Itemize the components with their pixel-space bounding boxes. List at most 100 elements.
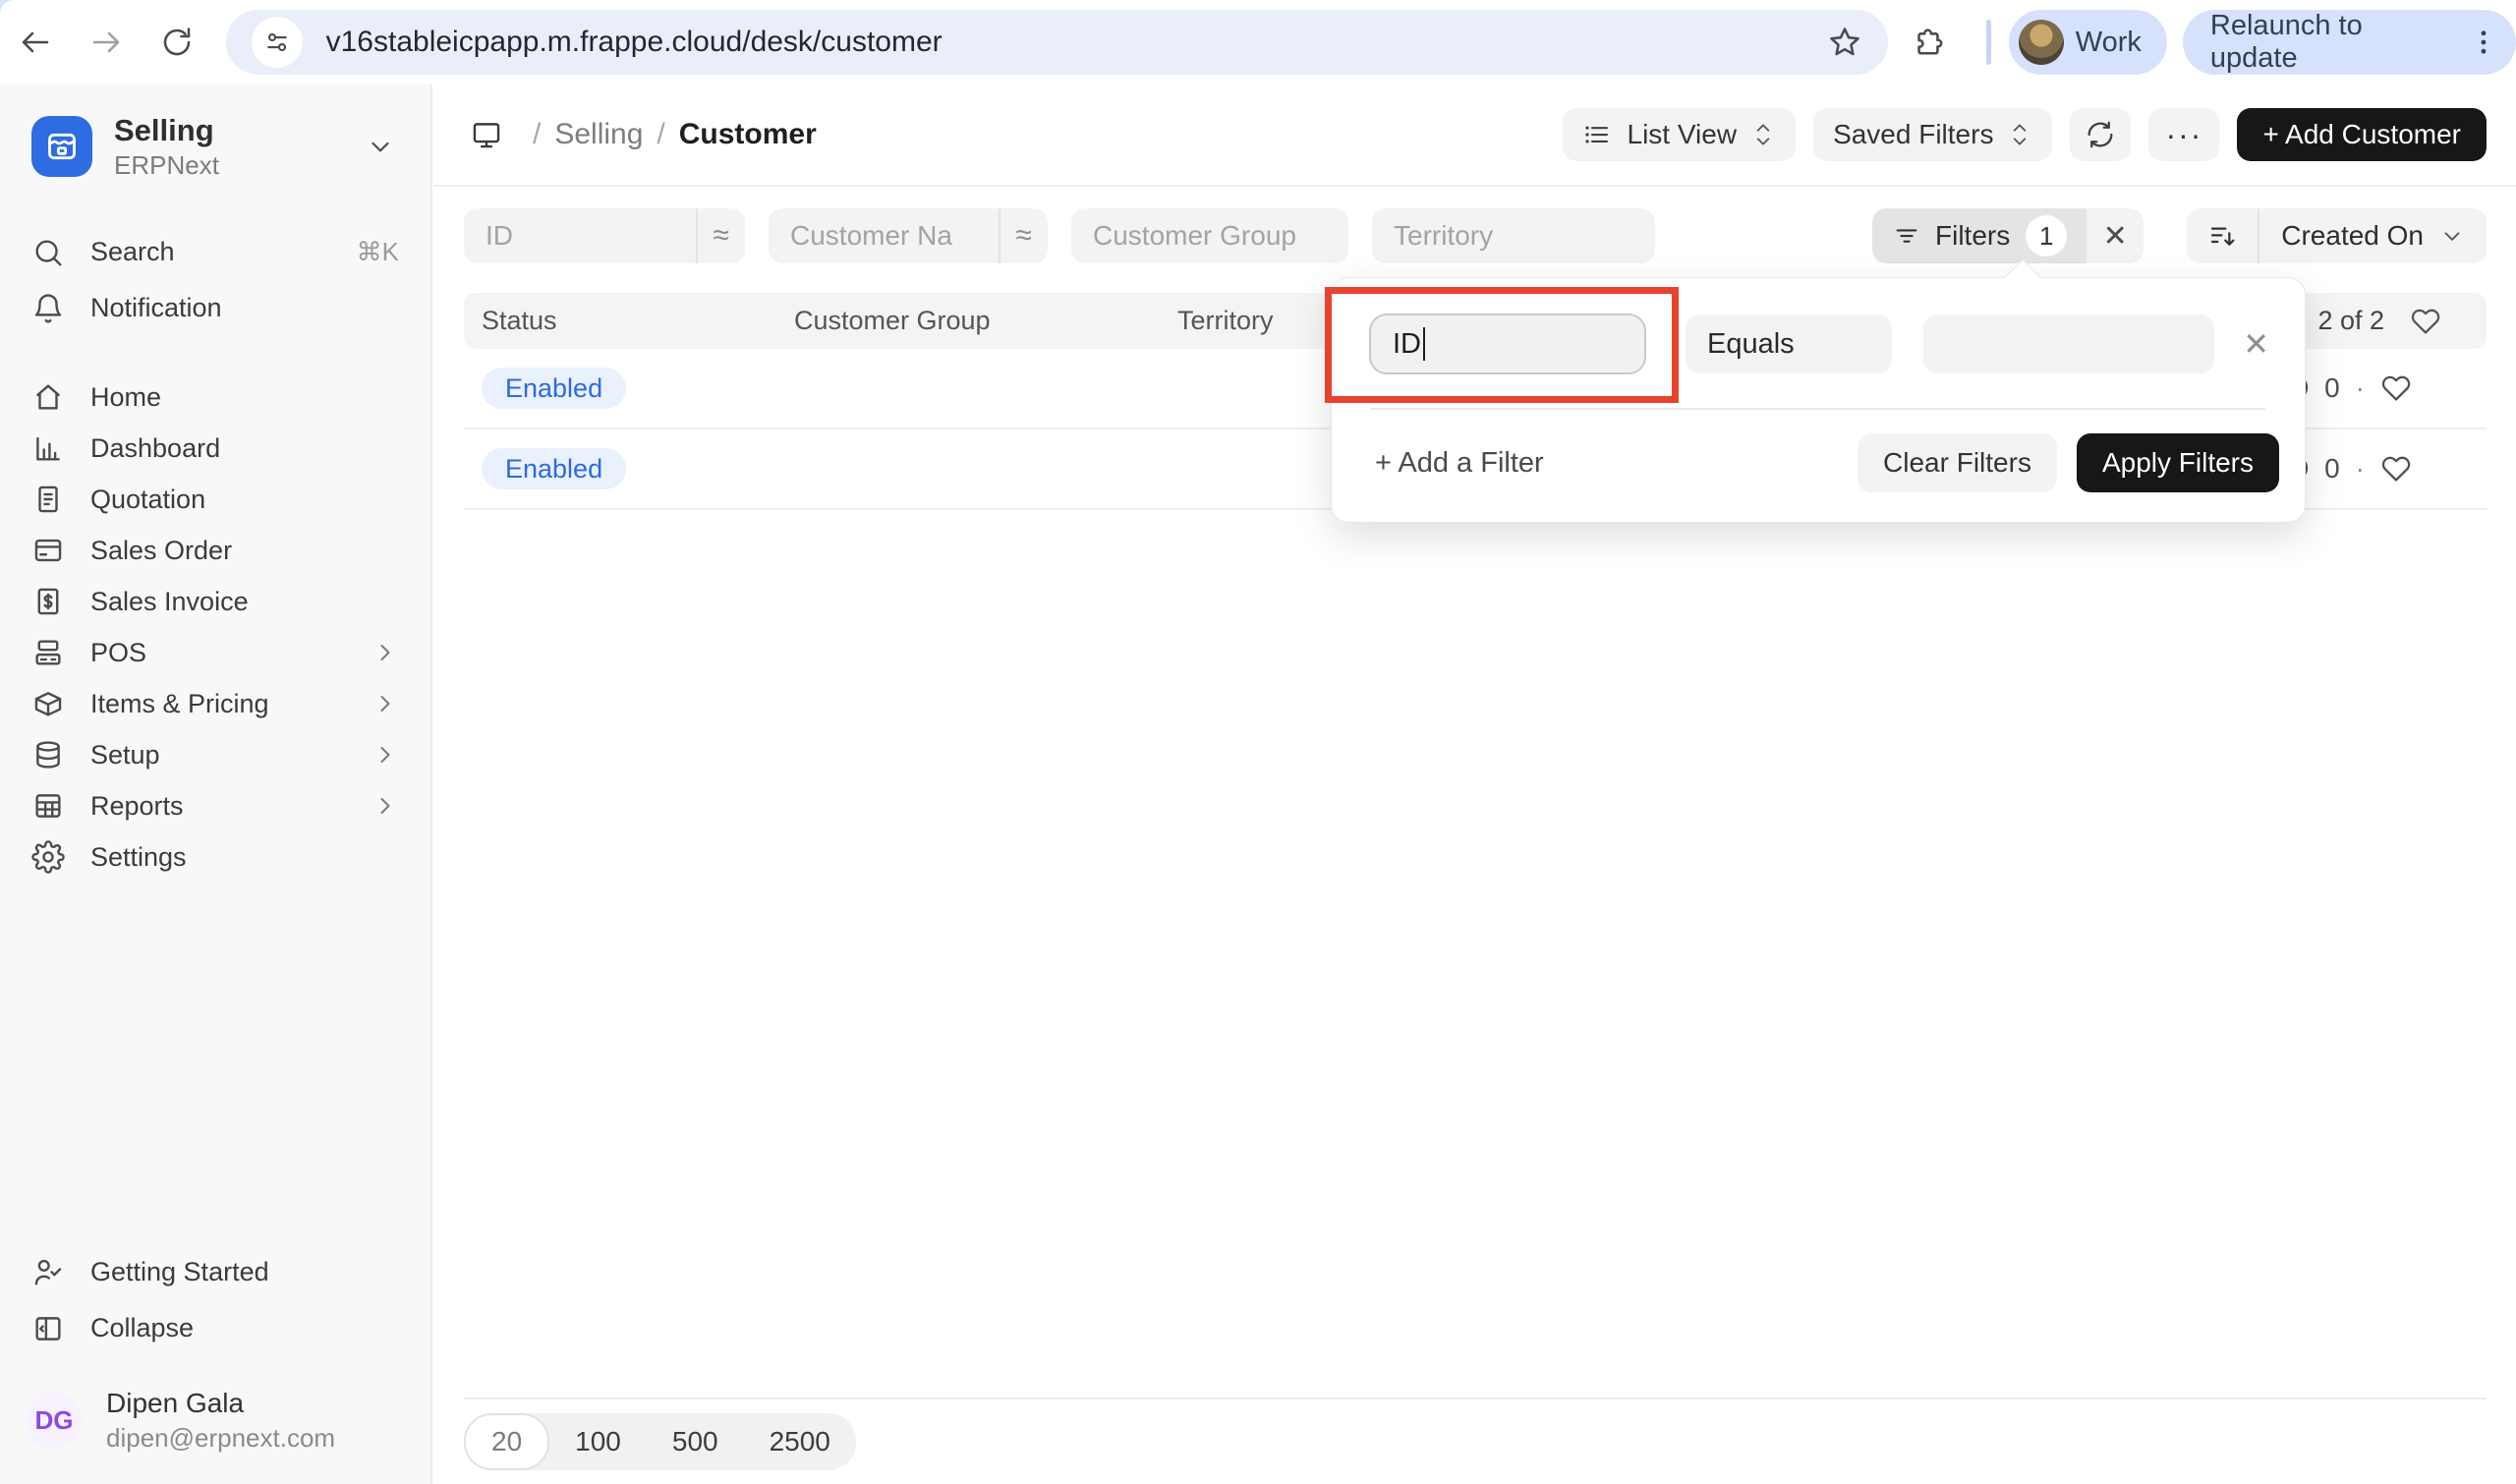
browser-profile-chip[interactable]: Work xyxy=(2009,10,2167,75)
table-icon xyxy=(31,789,65,823)
search-shortcut: ⌘K xyxy=(357,237,399,267)
getting-started-label: Getting Started xyxy=(90,1257,399,1287)
quick-filter-customer-name[interactable]: Customer Na ≈ xyxy=(769,208,1048,263)
sidebar-item-collapse[interactable]: Collapse xyxy=(22,1300,409,1356)
comment-count: 0 xyxy=(2324,453,2340,485)
clear-filters-button[interactable]: Clear Filters xyxy=(1858,433,2057,492)
browser-refresh-button[interactable] xyxy=(142,10,212,75)
filter-operator-value: Equals xyxy=(1707,328,1795,361)
back-arrow-icon xyxy=(18,25,53,60)
store-icon xyxy=(42,127,82,166)
more-options-button[interactable]: ··· xyxy=(2148,108,2219,161)
quick-filter-id[interactable]: ID ≈ xyxy=(464,208,745,263)
user-menu[interactable]: DG Dipen Gala dipen@erpnext.com xyxy=(22,1386,409,1455)
filters-button[interactable]: Filters 1 xyxy=(1872,208,2087,263)
like-operator-icon[interactable]: ≈ xyxy=(1001,219,1048,253)
pos-icon xyxy=(31,636,65,669)
sidebar-item-setup[interactable]: Setup xyxy=(22,729,409,780)
like-operator-icon[interactable]: ≈ xyxy=(698,219,745,253)
breadcrumb-parent[interactable]: Selling xyxy=(554,118,643,151)
extensions-button[interactable] xyxy=(1888,10,1969,75)
heart-icon[interactable] xyxy=(2380,372,2412,404)
sidebar-item-label: Sales Order xyxy=(90,536,399,566)
workspace-title: Selling xyxy=(114,112,366,149)
site-settings-button[interactable] xyxy=(252,17,303,68)
relaunch-button[interactable]: Relaunch to update xyxy=(2183,10,2516,75)
gear-icon xyxy=(31,840,65,874)
sidebar: Selling ERPNext Search ⌘K Notification H… xyxy=(0,85,432,1484)
select-chevrons-icon xyxy=(1750,120,1776,149)
workspace-switcher[interactable]: Selling ERPNext xyxy=(22,110,409,181)
app-root: Selling ERPNext Search ⌘K Notification H… xyxy=(0,85,2516,1484)
close-icon: ✕ xyxy=(2103,219,2128,254)
profile-label: Work xyxy=(2076,27,2142,59)
list-count: 2 of 2 xyxy=(2317,306,2384,336)
ellipsis-icon: ··· xyxy=(2165,117,2202,153)
quick-filter-customer-group[interactable]: Customer Group xyxy=(1071,208,1348,263)
address-bar[interactable]: v16stableicpapp.m.frappe.cloud/desk/cust… xyxy=(226,10,1888,75)
clear-filters-x-button[interactable]: ✕ xyxy=(2087,208,2144,263)
quick-filter-placeholder: Territory xyxy=(1372,220,1515,252)
chevron-right-icon xyxy=(372,639,399,666)
sidebar-item-dashboard[interactable]: Dashboard xyxy=(22,423,409,474)
page-size-500[interactable]: 500 xyxy=(647,1413,744,1470)
page-size-selector: 20 100 500 2500 xyxy=(464,1413,856,1470)
sidebar-item-items-pricing[interactable]: Items & Pricing xyxy=(22,678,409,729)
breadcrumb-separator: / xyxy=(657,118,664,151)
heart-icon[interactable] xyxy=(2410,306,2441,337)
sort-direction-button[interactable] xyxy=(2187,220,2258,252)
card-icon xyxy=(31,534,65,567)
sidebar-item-sales-order[interactable]: Sales Order xyxy=(22,525,409,576)
relaunch-label: Relaunch to update xyxy=(2210,10,2457,75)
sidebar-item-label: POS xyxy=(90,638,372,668)
column-customer-group[interactable]: Customer Group xyxy=(794,306,1177,336)
kebab-menu-icon[interactable] xyxy=(2467,26,2500,59)
sidebar-item-search[interactable]: Search ⌘K xyxy=(22,224,409,280)
filter-operator-select[interactable]: Equals xyxy=(1686,314,1892,373)
sidebar-item-getting-started[interactable]: Getting Started xyxy=(22,1244,409,1300)
puzzle-icon xyxy=(1911,25,1946,60)
page-size-2500[interactable]: 2500 xyxy=(744,1413,856,1470)
sidebar-item-reports[interactable]: Reports xyxy=(22,780,409,831)
url-text[interactable]: v16stableicpapp.m.frappe.cloud/desk/cust… xyxy=(326,26,1827,59)
profile-avatar xyxy=(2019,20,2064,65)
user-name: Dipen Gala xyxy=(106,1386,335,1421)
sidebar-item-sales-invoice[interactable]: Sales Invoice xyxy=(22,576,409,627)
clear-filters-label: Clear Filters xyxy=(1883,447,2031,479)
database-icon xyxy=(31,738,65,771)
refresh-list-button[interactable] xyxy=(2070,108,2131,161)
bell-icon xyxy=(31,292,65,325)
sidebar-item-settings[interactable]: Settings xyxy=(22,831,409,883)
receipt-icon xyxy=(31,483,65,516)
browser-forward-button[interactable] xyxy=(71,10,142,75)
add-customer-button[interactable]: + Add Customer xyxy=(2237,108,2487,161)
apply-filters-button[interactable]: Apply Filters xyxy=(2077,433,2279,492)
heart-icon[interactable] xyxy=(2380,453,2412,485)
sidebar-item-pos[interactable]: POS xyxy=(22,627,409,678)
filter-value-input[interactable] xyxy=(1923,314,2214,373)
sort-field-button[interactable]: Created On xyxy=(2259,220,2487,252)
page-size-20[interactable]: 20 xyxy=(464,1413,549,1470)
select-chevrons-icon xyxy=(2007,120,2032,149)
saved-filters-button[interactable]: Saved Filters xyxy=(1813,108,2052,161)
remove-filter-button[interactable]: ✕ xyxy=(2243,325,2269,363)
bookmark-star-icon[interactable] xyxy=(1827,25,1862,60)
view-switcher-button[interactable]: List View xyxy=(1563,108,1797,161)
page-size-100[interactable]: 100 xyxy=(549,1413,647,1470)
search-icon xyxy=(31,236,65,269)
browser-toolbar: v16stableicpapp.m.frappe.cloud/desk/cust… xyxy=(0,0,2516,85)
apply-filters-label: Apply Filters xyxy=(2102,447,2254,479)
sort-field-label: Created On xyxy=(2281,220,2424,252)
workspace-app-name: ERPNext xyxy=(114,149,366,181)
dot-separator: · xyxy=(2356,453,2365,485)
browser-back-button[interactable] xyxy=(0,10,71,75)
close-icon: ✕ xyxy=(2243,326,2269,362)
column-status[interactable]: Status xyxy=(482,306,794,336)
sidebar-item-notification[interactable]: Notification xyxy=(22,280,409,336)
add-filter-link[interactable]: + Add a Filter xyxy=(1375,447,1544,480)
home-icon xyxy=(31,380,65,414)
sidebar-item-quotation[interactable]: Quotation xyxy=(22,474,409,525)
sidebar-item-home[interactable]: Home xyxy=(22,371,409,423)
quick-filter-territory[interactable]: Territory xyxy=(1372,208,1655,263)
notification-label: Notification xyxy=(90,293,399,323)
